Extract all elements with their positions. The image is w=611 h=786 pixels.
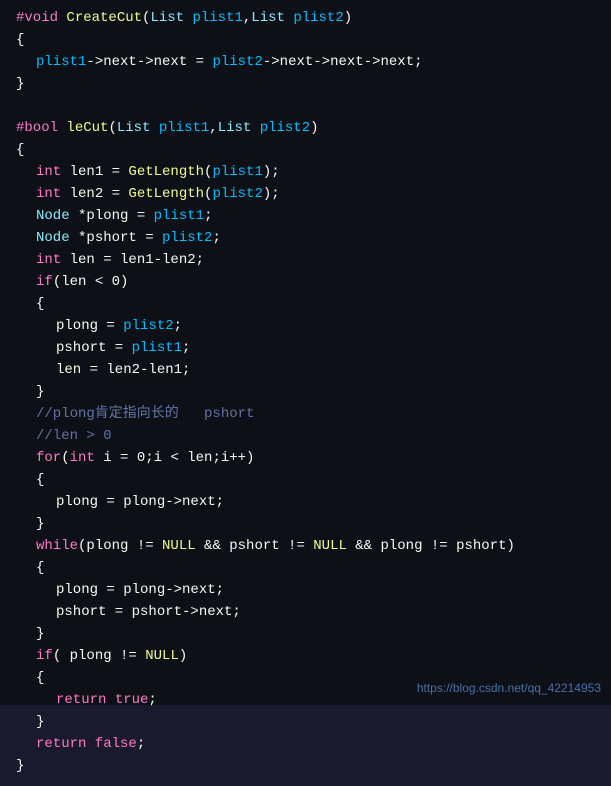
code-line: plong = plist2; (16, 316, 601, 338)
code-content: #void CreateCut(List plist1,List plist2)… (0, 0, 611, 786)
code-line: for(int i = 0;i < len;i++) (16, 448, 601, 470)
code-line: while(plong != NULL && pshort != NULL &&… (16, 536, 601, 558)
code-line: int len1 = GetLength(plist1); (16, 162, 601, 184)
code-line: } (16, 74, 601, 96)
code-line: plist1->next->next = plist2->next->next-… (16, 52, 601, 74)
code-line: { (16, 30, 601, 52)
code-line: if(len < 0) (16, 272, 601, 294)
code-line: } (16, 514, 601, 536)
code-line: int len = len1-len2; (16, 250, 601, 272)
code-line: int len2 = GetLength(plist2); (16, 184, 601, 206)
code-line (16, 96, 601, 118)
code-line: //plong肯定指向长的 pshort (16, 404, 601, 426)
code-line: //len > 0 (16, 426, 601, 448)
function-name-lecut: leCut (66, 118, 108, 140)
code-line: len = len2-len1; (16, 360, 601, 382)
keyword-bool: #bool (16, 118, 66, 140)
code-line: { (16, 558, 601, 580)
code-line: } (16, 756, 601, 778)
keyword-void: #void (16, 8, 66, 30)
code-line: return false; (16, 734, 601, 756)
code-line: } (16, 712, 601, 734)
code-line: pshort = pshort->next; (16, 602, 601, 624)
code-line: { (16, 294, 601, 316)
code-line: Node *pshort = plist2; (16, 228, 601, 250)
code-line: { (16, 140, 601, 162)
code-editor: #void CreateCut(List plist1,List plist2)… (0, 0, 611, 705)
code-line: #bool leCut(List plist1,List plist2) (16, 118, 601, 140)
code-line: { (16, 470, 601, 492)
code-line: plong = plong->next; (16, 580, 601, 602)
code-line: pshort = plist1; (16, 338, 601, 360)
code-line: } (16, 624, 601, 646)
code-line: } (16, 382, 601, 404)
code-line: if( plong != NULL) (16, 646, 601, 668)
code-line: Node *plong = plist1; (16, 206, 601, 228)
watermark: https://blog.csdn.net/qq_42214953 (417, 681, 601, 695)
code-line: plong = plong->next; (16, 492, 601, 514)
function-name: CreateCut (66, 8, 142, 30)
code-line: #void CreateCut(List plist1,List plist2) (16, 8, 601, 30)
